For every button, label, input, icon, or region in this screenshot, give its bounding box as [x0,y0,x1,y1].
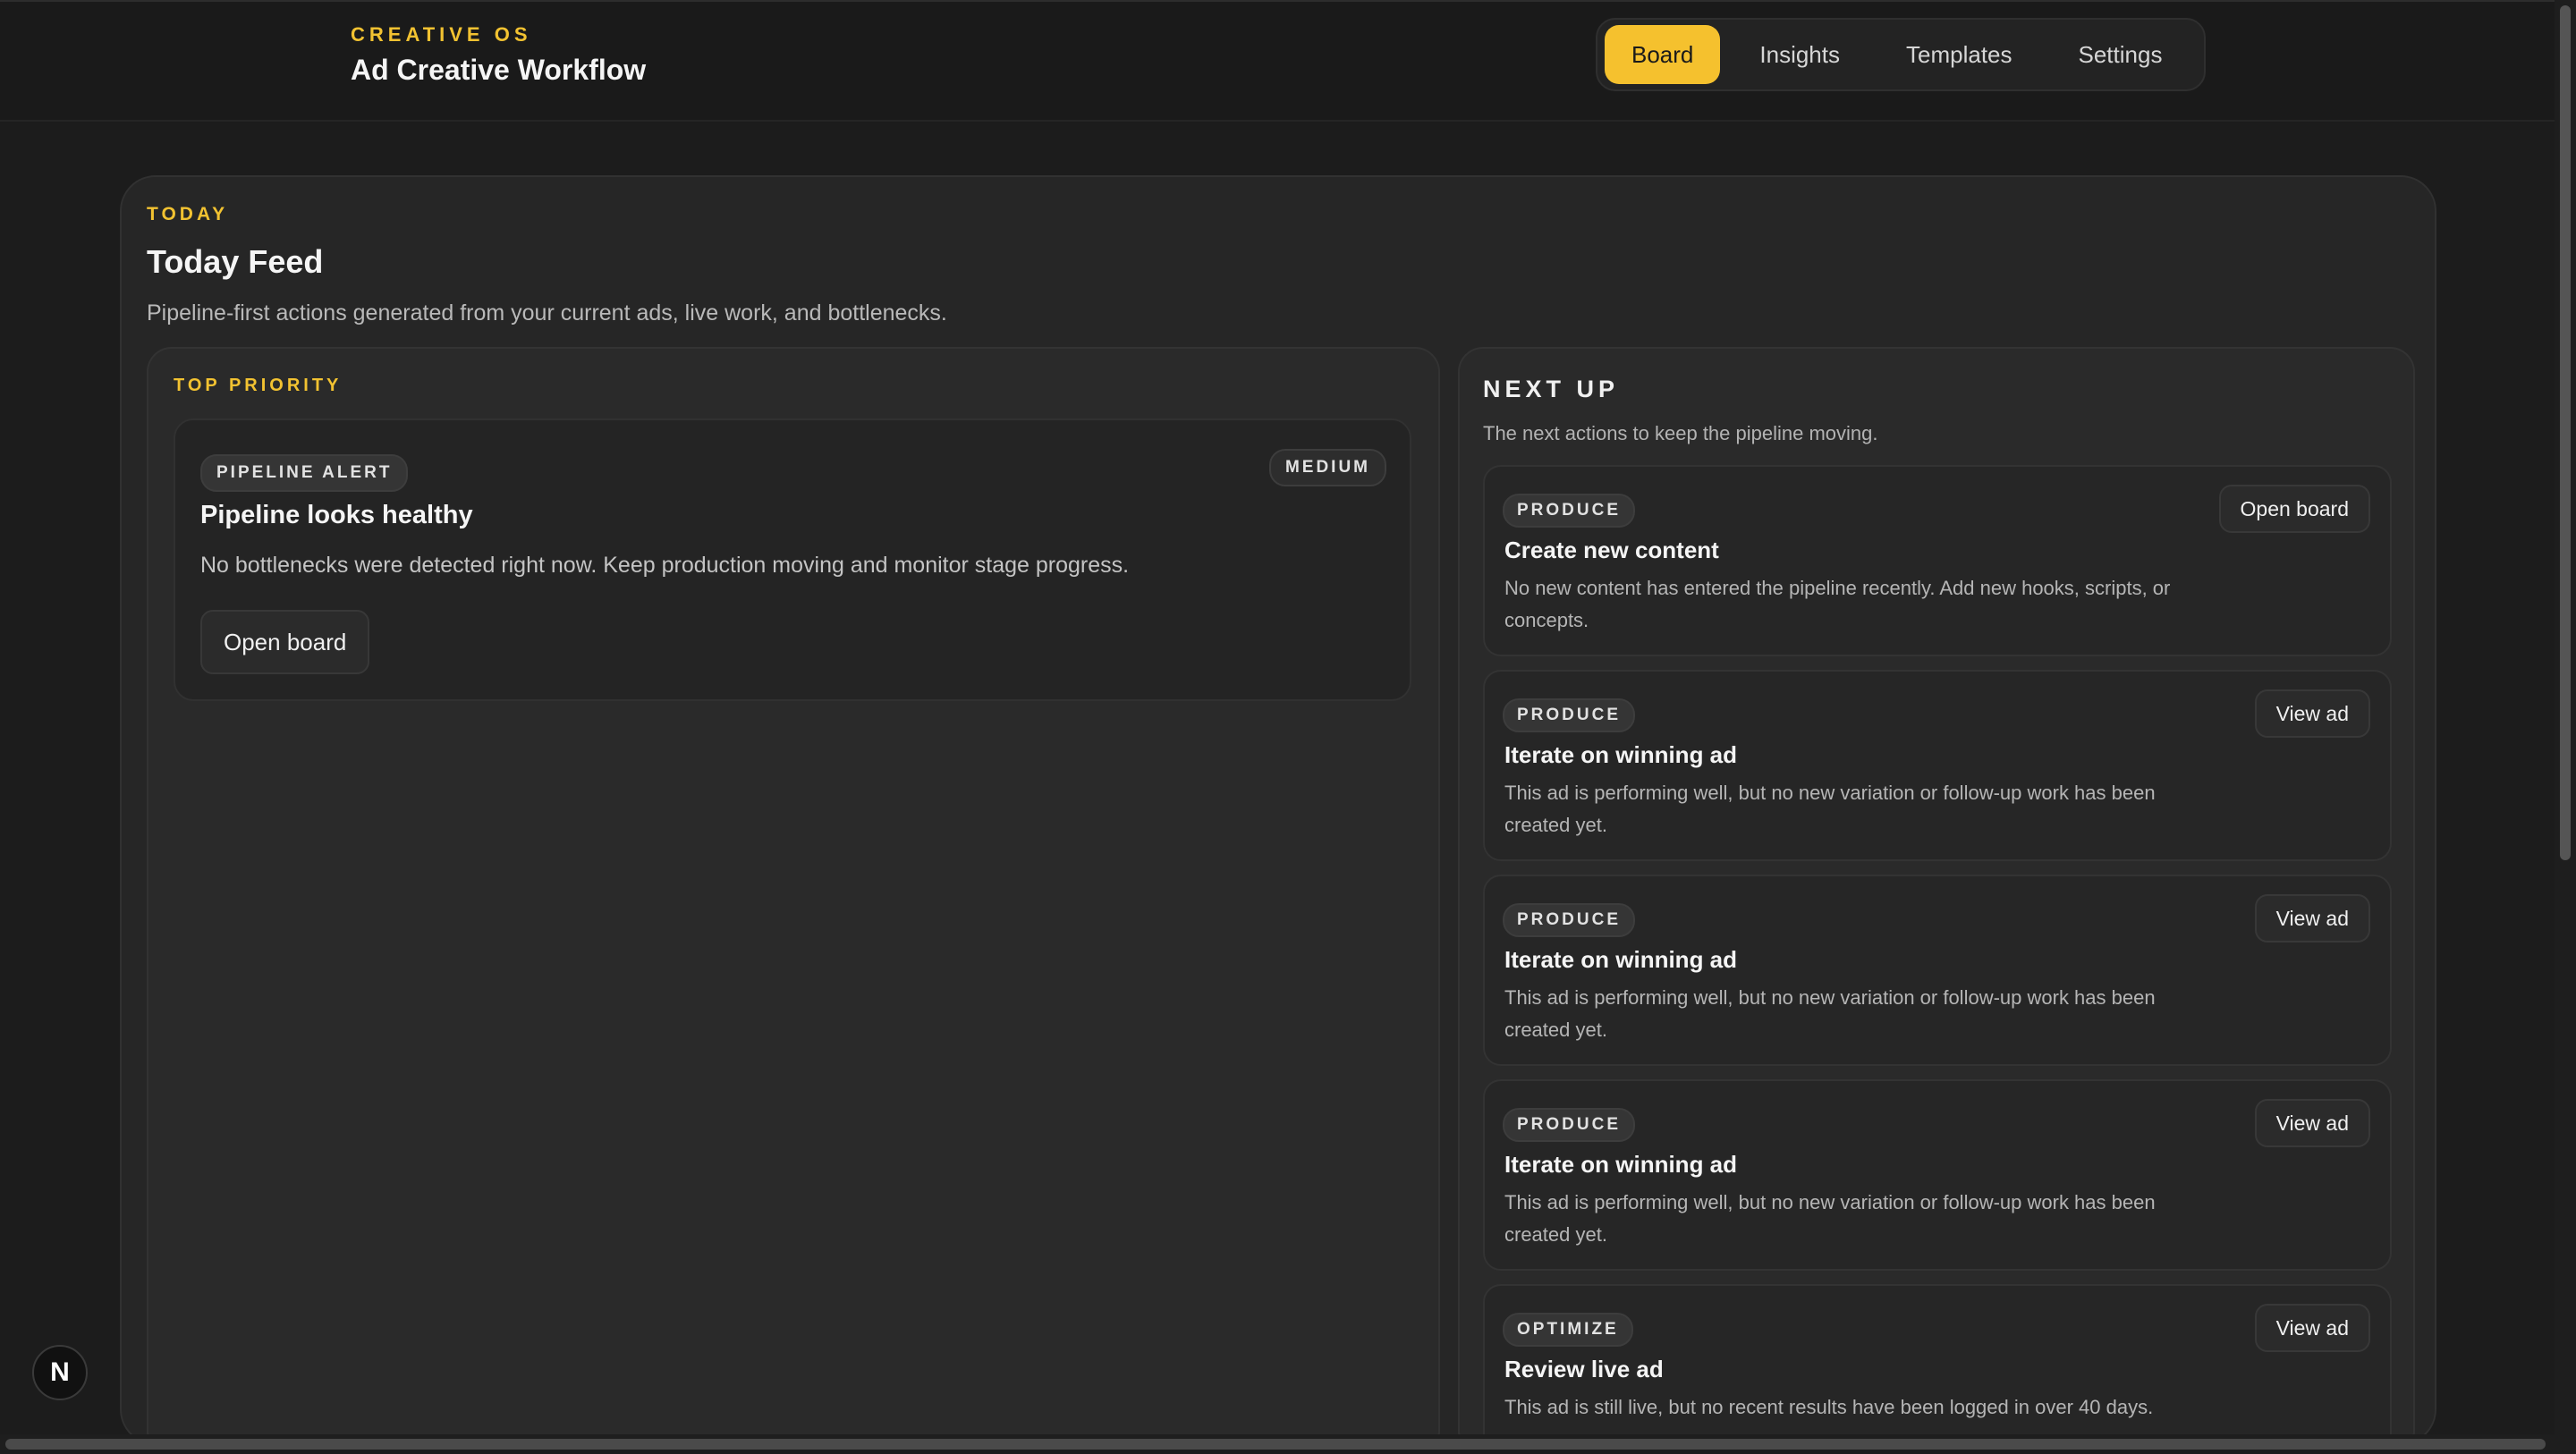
next-up-subtitle: The next actions to keep the pipeline mo… [1483,422,1878,444]
top-priority-column: TOP PRIORITY PIPELINE ALERT MEDIUM Pipel… [147,347,1440,1454]
tab-insights[interactable]: Insights [1733,25,1867,84]
next-up-column: NEXT UP The next actions to keep the pip… [1458,347,2415,1454]
action-description: No new content has entered the pipeline … [1504,577,2171,631]
action-description: This ad is performing well, but no new v… [1504,1191,2156,1246]
action-card: PRODUCE Iterate on winning ad This ad is… [1483,1079,2392,1271]
view-ad-button[interactable]: View ad [2254,689,2370,738]
page-subtitle: Pipeline-first actions generated from yo… [147,300,947,325]
section-eyebrow: TODAY [147,204,229,224]
pipeline-alert-card: PIPELINE ALERT MEDIUM Pipeline looks hea… [174,418,1411,701]
alert-type-chip: PIPELINE ALERT [200,454,409,492]
action-card: PRODUCE Create new content No new conten… [1483,465,2392,656]
dev-tools-badge[interactable]: N [32,1345,88,1400]
top-priority-eyebrow: TOP PRIORITY [174,376,343,395]
horizontal-scrollbar-thumb[interactable] [5,1439,2546,1450]
action-category-chip: PRODUCE [1503,494,1636,528]
app-title: Ad Creative Workflow [351,54,647,86]
action-description: This ad is performing well, but no new v… [1504,986,2156,1041]
horizontal-scrollbar[interactable] [0,1434,2576,1454]
vertical-scrollbar-thumb[interactable] [2560,5,2571,860]
alert-description: No bottlenecks were detected right now. … [200,553,1130,578]
action-title: Iterate on winning ad [1504,741,1738,768]
action-card: PRODUCE Iterate on winning ad This ad is… [1483,670,2392,861]
action-title: Create new content [1504,537,1719,563]
brand: CREATIVE OS Ad Creative Workflow [351,23,646,87]
main-nav: Board Insights Templates Settings [1596,18,2206,91]
severity-badge: MEDIUM [1268,449,1386,486]
action-category-chip: PRODUCE [1503,903,1636,937]
view-ad-button[interactable]: View ad [2254,894,2370,943]
action-list: PRODUCE Create new content No new conten… [1483,465,2392,1454]
page-title: Today Feed [147,243,324,280]
view-ad-button[interactable]: View ad [2254,1304,2370,1352]
today-feed-header: TODAY Today Feed Pipeline-first actions … [147,204,947,326]
action-card: PRODUCE Iterate on winning ad This ad is… [1483,875,2392,1066]
tab-templates[interactable]: Templates [1879,25,2039,84]
tab-board[interactable]: Board [1605,25,1721,84]
tab-settings[interactable]: Settings [2052,25,2190,84]
open-board-button[interactable]: Open board [200,610,370,674]
action-category-chip: PRODUCE [1503,698,1636,732]
action-category-chip: OPTIMIZE [1503,1313,1633,1347]
action-title: Iterate on winning ad [1504,1151,1738,1178]
app-page: CREATIVE OS Ad Creative Workflow Board I… [0,0,2576,1454]
action-description: This ad is performing well, but no new v… [1504,782,2156,836]
alert-title: Pipeline looks healthy [200,501,473,529]
action-description: This ad is still live, but no recent res… [1504,1396,2154,1418]
action-title: Iterate on winning ad [1504,946,1738,973]
today-feed-panel: TODAY Today Feed Pipeline-first actions … [120,175,2436,1454]
top-bar: CREATIVE OS Ad Creative Workflow Board I… [0,0,2576,122]
next-up-title: NEXT UP [1483,376,1620,402]
action-card: OPTIMIZE Review live ad This ad is still… [1483,1284,2392,1454]
open-board-button[interactable]: Open board [2218,485,2370,533]
action-category-chip: PRODUCE [1503,1108,1636,1142]
view-ad-button[interactable]: View ad [2254,1099,2370,1147]
action-title: Review live ad [1504,1356,1664,1382]
brand-eyebrow: CREATIVE OS [351,23,532,46]
vertical-scrollbar[interactable] [2555,0,2576,1454]
